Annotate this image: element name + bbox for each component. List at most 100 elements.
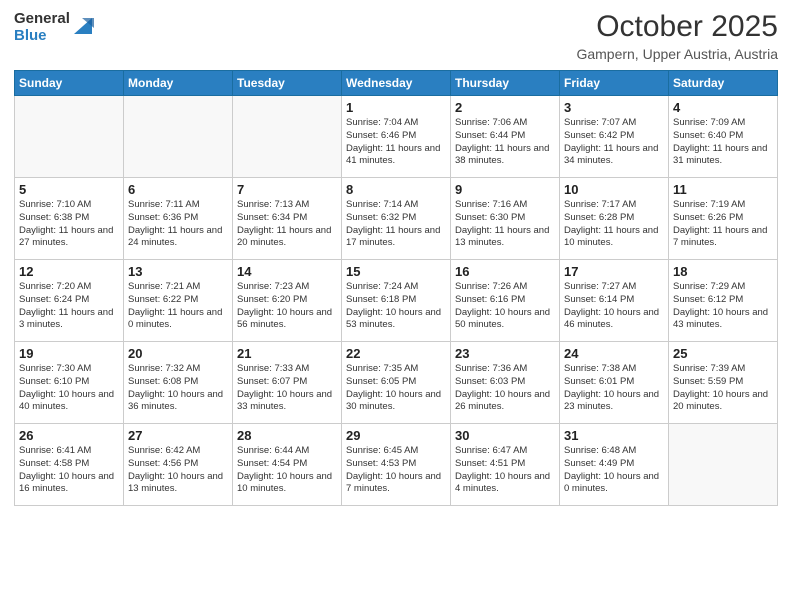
day-cell: 17 Sunrise: 7:27 AM Sunset: 6:14 PM Dayli… bbox=[560, 260, 669, 342]
location-title: Gampern, Upper Austria, Austria bbox=[576, 46, 778, 62]
day-cell: 21 Sunrise: 7:33 AM Sunset: 6:07 PM Dayli… bbox=[233, 342, 342, 424]
day-number: 22 bbox=[346, 346, 446, 361]
col-saturday: Saturday bbox=[669, 71, 778, 96]
day-info: Sunrise: 7:33 AM Sunset: 6:07 PM Dayligh… bbox=[237, 363, 337, 414]
day-number: 2 bbox=[455, 100, 555, 115]
day-number: 15 bbox=[346, 264, 446, 279]
day-info: Sunrise: 6:42 AM Sunset: 4:56 PM Dayligh… bbox=[128, 445, 228, 496]
day-number: 17 bbox=[564, 264, 664, 279]
day-cell: 12 Sunrise: 7:20 AM Sunset: 6:24 PM Dayli… bbox=[15, 260, 124, 342]
day-number: 31 bbox=[564, 428, 664, 443]
day-cell: 9 Sunrise: 7:16 AM Sunset: 6:30 PM Daylig… bbox=[451, 178, 560, 260]
day-cell: 27 Sunrise: 6:42 AM Sunset: 4:56 PM Dayli… bbox=[124, 424, 233, 506]
day-info: Sunrise: 7:16 AM Sunset: 6:30 PM Dayligh… bbox=[455, 199, 555, 250]
col-thursday: Thursday bbox=[451, 71, 560, 96]
day-number: 10 bbox=[564, 182, 664, 197]
day-info: Sunrise: 6:47 AM Sunset: 4:51 PM Dayligh… bbox=[455, 445, 555, 496]
day-cell: 5 Sunrise: 7:10 AM Sunset: 6:38 PM Daylig… bbox=[15, 178, 124, 260]
day-info: Sunrise: 6:44 AM Sunset: 4:54 PM Dayligh… bbox=[237, 445, 337, 496]
logo-blue: Blue bbox=[14, 27, 70, 44]
day-info: Sunrise: 7:23 AM Sunset: 6:20 PM Dayligh… bbox=[237, 281, 337, 332]
day-number: 13 bbox=[128, 264, 228, 279]
day-info: Sunrise: 7:36 AM Sunset: 6:03 PM Dayligh… bbox=[455, 363, 555, 414]
day-number: 11 bbox=[673, 182, 773, 197]
day-info: Sunrise: 7:35 AM Sunset: 6:05 PM Dayligh… bbox=[346, 363, 446, 414]
logo-area: General Blue bbox=[14, 10, 94, 45]
week-row-0: 1 Sunrise: 7:04 AM Sunset: 6:46 PM Daylig… bbox=[15, 96, 778, 178]
day-info: Sunrise: 7:07 AM Sunset: 6:42 PM Dayligh… bbox=[564, 117, 664, 168]
day-number: 30 bbox=[455, 428, 555, 443]
day-cell: 22 Sunrise: 7:35 AM Sunset: 6:05 PM Dayli… bbox=[342, 342, 451, 424]
day-info: Sunrise: 7:09 AM Sunset: 6:40 PM Dayligh… bbox=[673, 117, 773, 168]
day-cell: 15 Sunrise: 7:24 AM Sunset: 6:18 PM Dayli… bbox=[342, 260, 451, 342]
week-row-3: 19Sunrise: 7:30 AM Sunset: 6:10 PM Dayli… bbox=[15, 342, 778, 424]
day-info: Sunrise: 7:04 AM Sunset: 6:46 PM Dayligh… bbox=[346, 117, 446, 168]
day-info: Sunrise: 7:39 AM Sunset: 5:59 PM Dayligh… bbox=[673, 363, 773, 414]
day-cell: 14 Sunrise: 7:23 AM Sunset: 6:20 PM Dayli… bbox=[233, 260, 342, 342]
day-info: Sunrise: 7:38 AM Sunset: 6:01 PM Dayligh… bbox=[564, 363, 664, 414]
day-number: 5 bbox=[19, 182, 119, 197]
day-cell: 7Sunrise: 7:13 AM Sunset: 6:34 PM Daylig… bbox=[233, 178, 342, 260]
day-number: 24 bbox=[564, 346, 664, 361]
day-number: 14 bbox=[237, 264, 337, 279]
day-cell: 31 Sunrise: 6:48 AM Sunset: 4:49 PM Dayli… bbox=[560, 424, 669, 506]
day-cell: 6 Sunrise: 7:11 AM Sunset: 6:36 PM Daylig… bbox=[124, 178, 233, 260]
day-cell bbox=[15, 96, 124, 178]
day-info: Sunrise: 7:29 AM Sunset: 6:12 PM Dayligh… bbox=[673, 281, 773, 332]
day-cell: 23 Sunrise: 7:36 AM Sunset: 6:03 PM Dayli… bbox=[451, 342, 560, 424]
day-cell: 2Sunrise: 7:06 AM Sunset: 6:44 PM Daylig… bbox=[451, 96, 560, 178]
day-info: Sunrise: 7:13 AM Sunset: 6:34 PM Dayligh… bbox=[237, 199, 337, 250]
day-number: 23 bbox=[455, 346, 555, 361]
header: General Blue October 2025 Gampern, Upper… bbox=[14, 10, 778, 62]
day-cell: 29Sunrise: 6:45 AM Sunset: 4:53 PM Dayli… bbox=[342, 424, 451, 506]
day-number: 1 bbox=[346, 100, 446, 115]
day-cell bbox=[669, 424, 778, 506]
day-number: 9 bbox=[455, 182, 555, 197]
col-monday: Monday bbox=[124, 71, 233, 96]
logo-text: General Blue bbox=[14, 10, 70, 45]
day-cell: 13 Sunrise: 7:21 AM Sunset: 6:22 PM Dayli… bbox=[124, 260, 233, 342]
day-cell: 10Sunrise: 7:17 AM Sunset: 6:28 PM Dayli… bbox=[560, 178, 669, 260]
day-cell: 30 Sunrise: 6:47 AM Sunset: 4:51 PM Dayli… bbox=[451, 424, 560, 506]
day-number: 21 bbox=[237, 346, 337, 361]
day-cell: 11Sunrise: 7:19 AM Sunset: 6:26 PM Dayli… bbox=[669, 178, 778, 260]
day-cell: 8Sunrise: 7:14 AM Sunset: 6:32 PM Daylig… bbox=[342, 178, 451, 260]
day-number: 26 bbox=[19, 428, 119, 443]
day-cell: 28Sunrise: 6:44 AM Sunset: 4:54 PM Dayli… bbox=[233, 424, 342, 506]
day-info: Sunrise: 6:45 AM Sunset: 4:53 PM Dayligh… bbox=[346, 445, 446, 496]
day-cell: 1 Sunrise: 7:04 AM Sunset: 6:46 PM Daylig… bbox=[342, 96, 451, 178]
logo-general: General bbox=[14, 10, 70, 27]
calendar: Sunday Monday Tuesday Wednesday Thursday… bbox=[14, 70, 778, 506]
day-number: 27 bbox=[128, 428, 228, 443]
day-info: Sunrise: 7:21 AM Sunset: 6:22 PM Dayligh… bbox=[128, 281, 228, 332]
day-number: 12 bbox=[19, 264, 119, 279]
day-cell bbox=[233, 96, 342, 178]
page: General Blue October 2025 Gampern, Upper… bbox=[0, 0, 792, 612]
col-sunday: Sunday bbox=[15, 71, 124, 96]
day-number: 4 bbox=[673, 100, 773, 115]
calendar-header: Sunday Monday Tuesday Wednesday Thursday… bbox=[15, 71, 778, 96]
day-info: Sunrise: 7:26 AM Sunset: 6:16 PM Dayligh… bbox=[455, 281, 555, 332]
day-info: Sunrise: 6:48 AM Sunset: 4:49 PM Dayligh… bbox=[564, 445, 664, 496]
header-row: Sunday Monday Tuesday Wednesday Thursday… bbox=[15, 71, 778, 96]
day-info: Sunrise: 7:11 AM Sunset: 6:36 PM Dayligh… bbox=[128, 199, 228, 250]
day-info: Sunrise: 7:27 AM Sunset: 6:14 PM Dayligh… bbox=[564, 281, 664, 332]
week-row-1: 5 Sunrise: 7:10 AM Sunset: 6:38 PM Daylig… bbox=[15, 178, 778, 260]
day-info: Sunrise: 7:24 AM Sunset: 6:18 PM Dayligh… bbox=[346, 281, 446, 332]
day-number: 3 bbox=[564, 100, 664, 115]
day-info: Sunrise: 7:14 AM Sunset: 6:32 PM Dayligh… bbox=[346, 199, 446, 250]
logo: General Blue bbox=[14, 10, 94, 45]
day-cell: 4 Sunrise: 7:09 AM Sunset: 6:40 PM Daylig… bbox=[669, 96, 778, 178]
day-cell: 18Sunrise: 7:29 AM Sunset: 6:12 PM Dayli… bbox=[669, 260, 778, 342]
title-area: October 2025 Gampern, Upper Austria, Aus… bbox=[576, 10, 778, 62]
day-cell: 26Sunrise: 6:41 AM Sunset: 4:58 PM Dayli… bbox=[15, 424, 124, 506]
logo-triangle-icon bbox=[72, 14, 94, 36]
day-cell: 19Sunrise: 7:30 AM Sunset: 6:10 PM Dayli… bbox=[15, 342, 124, 424]
day-info: Sunrise: 7:20 AM Sunset: 6:24 PM Dayligh… bbox=[19, 281, 119, 332]
col-friday: Friday bbox=[560, 71, 669, 96]
day-number: 6 bbox=[128, 182, 228, 197]
day-number: 20 bbox=[128, 346, 228, 361]
day-number: 16 bbox=[455, 264, 555, 279]
day-info: Sunrise: 7:10 AM Sunset: 6:38 PM Dayligh… bbox=[19, 199, 119, 250]
calendar-body: 1 Sunrise: 7:04 AM Sunset: 6:46 PM Daylig… bbox=[15, 96, 778, 506]
